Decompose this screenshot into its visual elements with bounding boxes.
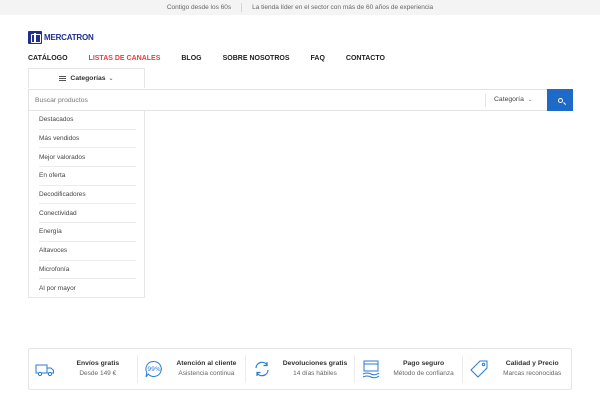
feature-subtitle: Marcas reconocidas [503, 370, 562, 377]
nav-item-sobre-nosotros[interactable]: SOBRE NOSOTROS [223, 55, 290, 62]
nav-item-listas-de-canales[interactable]: LISTAS DE CANALES [89, 55, 161, 62]
feature-title: Pago seguro [402, 360, 445, 367]
feature-free-returns: Devoluciones gratis 14 días hábiles [246, 355, 355, 383]
feature-subtitle: Asistencia continua [178, 370, 235, 377]
menu-icon [59, 76, 67, 81]
main-nav: CATÁLOGO LISTAS DE CANALES BLOG SOBRE NO… [28, 55, 406, 62]
price-tag-icon [470, 360, 488, 378]
category-select[interactable]: Categoría ⌄ [494, 96, 532, 103]
top-announcement-bar: Contigo desde los 60s La tienda líder en… [0, 0, 600, 15]
category-select-label: Categoría [494, 96, 524, 103]
dropdown-item-en-oferta[interactable]: En oferta [39, 167, 136, 186]
feature-secure-payment: Pago seguro Método de confianza [355, 355, 464, 383]
logo-mark-icon [28, 30, 42, 44]
support-99-icon: 99% [145, 360, 162, 378]
feature-quality-price: Calidad y Precio Marcas reconocidas [463, 355, 571, 383]
features-bar: Envíos gratis Desde 149 € 99% Atención a… [28, 348, 572, 390]
feature-subtitle: 14 días hábiles [293, 370, 337, 377]
feature-title: Envíos gratis [76, 360, 120, 367]
dropdown-item-microfonia[interactable]: Microfonía [39, 261, 136, 280]
truck-icon [35, 364, 54, 377]
nav-item-contacto[interactable]: CONTACTO [346, 55, 385, 62]
site-logo[interactable]: MERCATRON [28, 30, 94, 44]
secure-payment-icon [362, 360, 380, 379]
categories-button-label: Categorías [70, 75, 106, 82]
chevron-down-icon: ⌄ [108, 76, 114, 82]
feature-subtitle: Método de confianza [393, 370, 454, 377]
topbar-right-text: La tienda líder en el sector con más de … [252, 4, 434, 11]
topbar-divider [241, 3, 243, 12]
nav-item-faq[interactable]: FAQ [311, 55, 325, 62]
svg-text:99%: 99% [147, 366, 161, 373]
dropdown-item-mejor-valorados[interactable]: Mejor valorados [39, 148, 136, 168]
search-input[interactable] [35, 93, 475, 108]
dropdown-item-al-por-mayor[interactable]: Al por mayor [39, 279, 136, 298]
search-divider [485, 94, 486, 107]
feature-free-shipping: Envíos gratis Desde 149 € [29, 355, 138, 383]
categories-button[interactable]: Categorías ⌄ [28, 68, 145, 88]
dropdown-item-altavoces[interactable]: Altavoces [39, 242, 136, 261]
search-icon [557, 97, 563, 103]
dropdown-item-energia[interactable]: Energía [39, 223, 136, 242]
logo-text: MERCATRON [44, 32, 94, 42]
dropdown-item-mas-vendidos[interactable]: Más vendidos [39, 130, 136, 149]
topbar-left-text: Contigo desde los 60s [166, 4, 232, 11]
feature-customer-support: 99% Atención al cliente Asistencia conti… [138, 355, 247, 383]
feature-subtitle: Desde 149 € [79, 370, 117, 377]
chevron-down-icon: ⌄ [527, 97, 533, 103]
refresh-icon [255, 361, 269, 377]
nav-item-blog[interactable]: BLOG [181, 55, 201, 62]
search-bar: Categoría⌄ [28, 89, 573, 111]
search-button[interactable] [547, 89, 573, 111]
dropdown-item-decodificadores[interactable]: Decodificadores [39, 186, 136, 205]
dropdown-item-destacados[interactable]: Destacados [39, 111, 136, 130]
feature-title: Calidad y Precio [505, 360, 559, 367]
feature-title: Atención al cliente [176, 360, 237, 367]
feature-title: Devoluciones gratis [282, 360, 348, 367]
categories-dropdown: Destacados Más vendidos Mejor valorados … [28, 111, 145, 298]
dropdown-item-conectividad[interactable]: Conectividad [39, 204, 136, 224]
nav-item-catalogo[interactable]: CATÁLOGO [28, 55, 68, 62]
